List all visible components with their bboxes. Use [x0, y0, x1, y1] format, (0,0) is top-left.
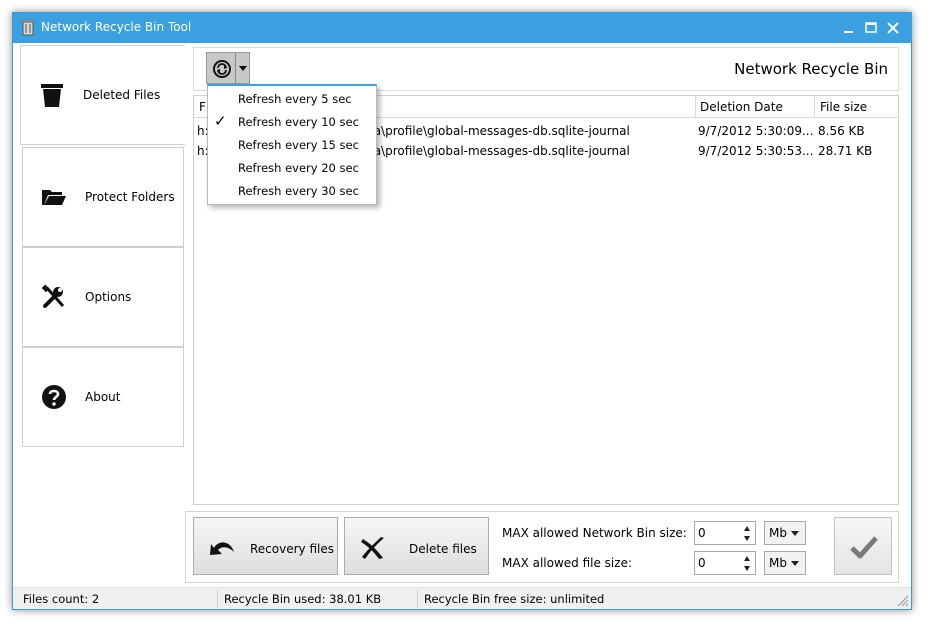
sidebar-item-options[interactable]: Options: [22, 247, 184, 347]
cell-path-end: ta\profile\global-messages-db.sqlite-jou…: [369, 144, 630, 158]
status-bar: Files count: 2 Recycle Bin used: 38.01 K…: [13, 587, 911, 609]
status-bin-used: Recycle Bin used: 38.01 KB: [224, 592, 382, 606]
menu-item-refresh-20[interactable]: Refresh every 20 sec: [208, 156, 376, 179]
refresh-interval-menu: Refresh every 5 sec ✓ Refresh every 10 s…: [207, 84, 377, 205]
column-header-date[interactable]: Deletion Date: [700, 100, 783, 114]
trash-bin-icon: [41, 84, 63, 107]
recycle-bin-app-icon: [22, 20, 34, 36]
column-header-file[interactable]: F: [199, 100, 206, 114]
status-divider: [217, 590, 218, 608]
file-size-unit-select[interactable]: Mb: [764, 551, 806, 575]
refresh-split-button[interactable]: [206, 52, 250, 84]
sidebar-item-label: Protect Folders: [85, 190, 175, 204]
chevron-down-icon[interactable]: [744, 536, 750, 541]
chevron-down-icon[interactable]: [239, 66, 247, 71]
menu-item-label: Refresh every 10 sec: [238, 115, 359, 129]
button-label: Delete files: [409, 542, 477, 556]
cell-path-end: ta\profile\global-messages-db.sqlite-jou…: [369, 124, 630, 138]
close-icon: [887, 22, 899, 34]
column-header-size[interactable]: File size: [820, 100, 867, 114]
checkmark-icon: [850, 536, 878, 559]
column-divider[interactable]: [814, 96, 815, 118]
chevron-up-icon[interactable]: [744, 556, 750, 561]
bin-size-unit-select[interactable]: Mb: [764, 521, 806, 545]
sidebar-item-about[interactable]: About: [22, 347, 184, 447]
bin-size-stepper[interactable]: 0: [694, 521, 756, 545]
cell-date: 9/7/2012 5:30:53...: [698, 144, 814, 158]
menu-item-label: Refresh every 20 sec: [238, 161, 359, 175]
status-bin-free: Recycle Bin free size: unlimited: [424, 592, 605, 606]
select-value: Mb: [769, 526, 787, 540]
menu-item-label: Refresh every 15 sec: [238, 138, 359, 152]
close-button[interactable]: [883, 18, 903, 38]
maximize-icon: [865, 22, 877, 33]
sidebar-item-protect-folders[interactable]: Protect Folders: [22, 147, 184, 247]
bottom-panel: Recovery files Delete files MAX allowed …: [185, 511, 899, 583]
select-value: Mb: [769, 556, 787, 570]
status-divider: [417, 590, 418, 608]
sidebar-item-label: About: [85, 390, 121, 404]
minimize-button[interactable]: [839, 18, 859, 38]
menu-item-label: Refresh every 30 sec: [238, 184, 359, 198]
cell-size: 28.71 KB: [818, 144, 873, 158]
chevron-up-icon[interactable]: [744, 526, 750, 531]
split-divider: [235, 53, 236, 83]
minimize-icon: [844, 31, 853, 33]
chevron-down-icon: [791, 561, 799, 566]
app-window: Network Recycle Bin Tool Deleted Files P…: [12, 12, 912, 610]
delete-x-icon: [361, 537, 384, 559]
delete-files-button[interactable]: Delete files: [344, 517, 489, 575]
undo-arrow-icon: [210, 542, 234, 555]
menu-item-label: Refresh every 5 sec: [238, 92, 352, 106]
apply-button[interactable]: [834, 517, 892, 575]
button-label: Recovery files: [250, 542, 334, 556]
checkmark-icon: ✓: [214, 112, 227, 130]
status-files-count: Files count: 2: [23, 592, 100, 606]
sidebar-item-deleted-files[interactable]: Deleted Files: [20, 45, 185, 145]
folder-open-icon: [42, 190, 66, 205]
sidebar-item-label: Options: [85, 290, 132, 304]
refresh-icon: [213, 60, 231, 78]
cell-date: 9/7/2012 5:30:09...: [698, 124, 814, 138]
recovery-files-button[interactable]: Recovery files: [193, 517, 338, 575]
window-title: Network Recycle Bin Tool: [41, 20, 192, 34]
menu-item-refresh-10[interactable]: ✓ Refresh every 10 sec: [208, 110, 376, 133]
tools-icon: [41, 284, 65, 308]
menu-item-refresh-15[interactable]: Refresh every 15 sec: [208, 133, 376, 156]
sidebar-item-label: Deleted Files: [83, 88, 161, 102]
menu-item-refresh-5[interactable]: Refresh every 5 sec: [208, 87, 376, 110]
chevron-down-icon: [791, 531, 799, 536]
sidebar: Deleted Files Protect Folders Options Ab…: [13, 43, 185, 587]
column-divider[interactable]: [695, 96, 696, 118]
chevron-down-icon[interactable]: [744, 566, 750, 571]
title-bar: Network Recycle Bin Tool: [13, 13, 911, 43]
page-title: Network Recycle Bin: [734, 60, 888, 78]
stepper-value: 0: [698, 556, 706, 570]
cell-size: 8.56 KB: [818, 124, 865, 138]
stepper-value: 0: [698, 526, 706, 540]
maximize-button[interactable]: [861, 18, 881, 38]
file-size-stepper[interactable]: 0: [694, 551, 756, 575]
menu-item-refresh-30[interactable]: Refresh every 30 sec: [208, 179, 376, 202]
question-icon: [42, 385, 66, 409]
bin-size-label: MAX allowed Network Bin size:: [502, 526, 687, 540]
file-size-label: MAX allowed file size:: [502, 556, 632, 570]
resize-grip-icon[interactable]: [895, 593, 909, 607]
